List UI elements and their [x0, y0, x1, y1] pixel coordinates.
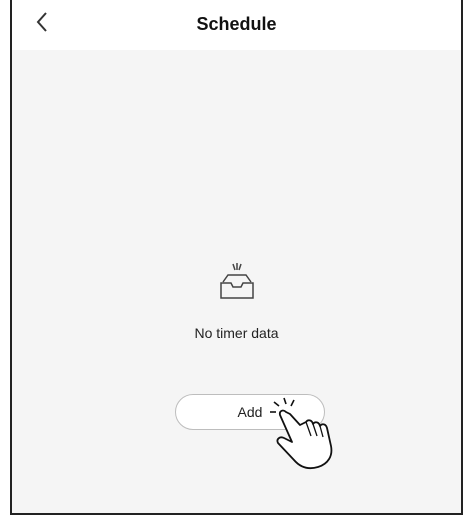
- page-title: Schedule: [196, 14, 277, 34]
- top-nav-bar: Schedule: [12, 0, 461, 50]
- add-button[interactable]: Add: [175, 394, 325, 430]
- empty-tray-icon: [220, 263, 254, 299]
- empty-state-message: No timer data: [194, 325, 279, 341]
- app-frame: Schedule No timer data Add: [10, 0, 463, 515]
